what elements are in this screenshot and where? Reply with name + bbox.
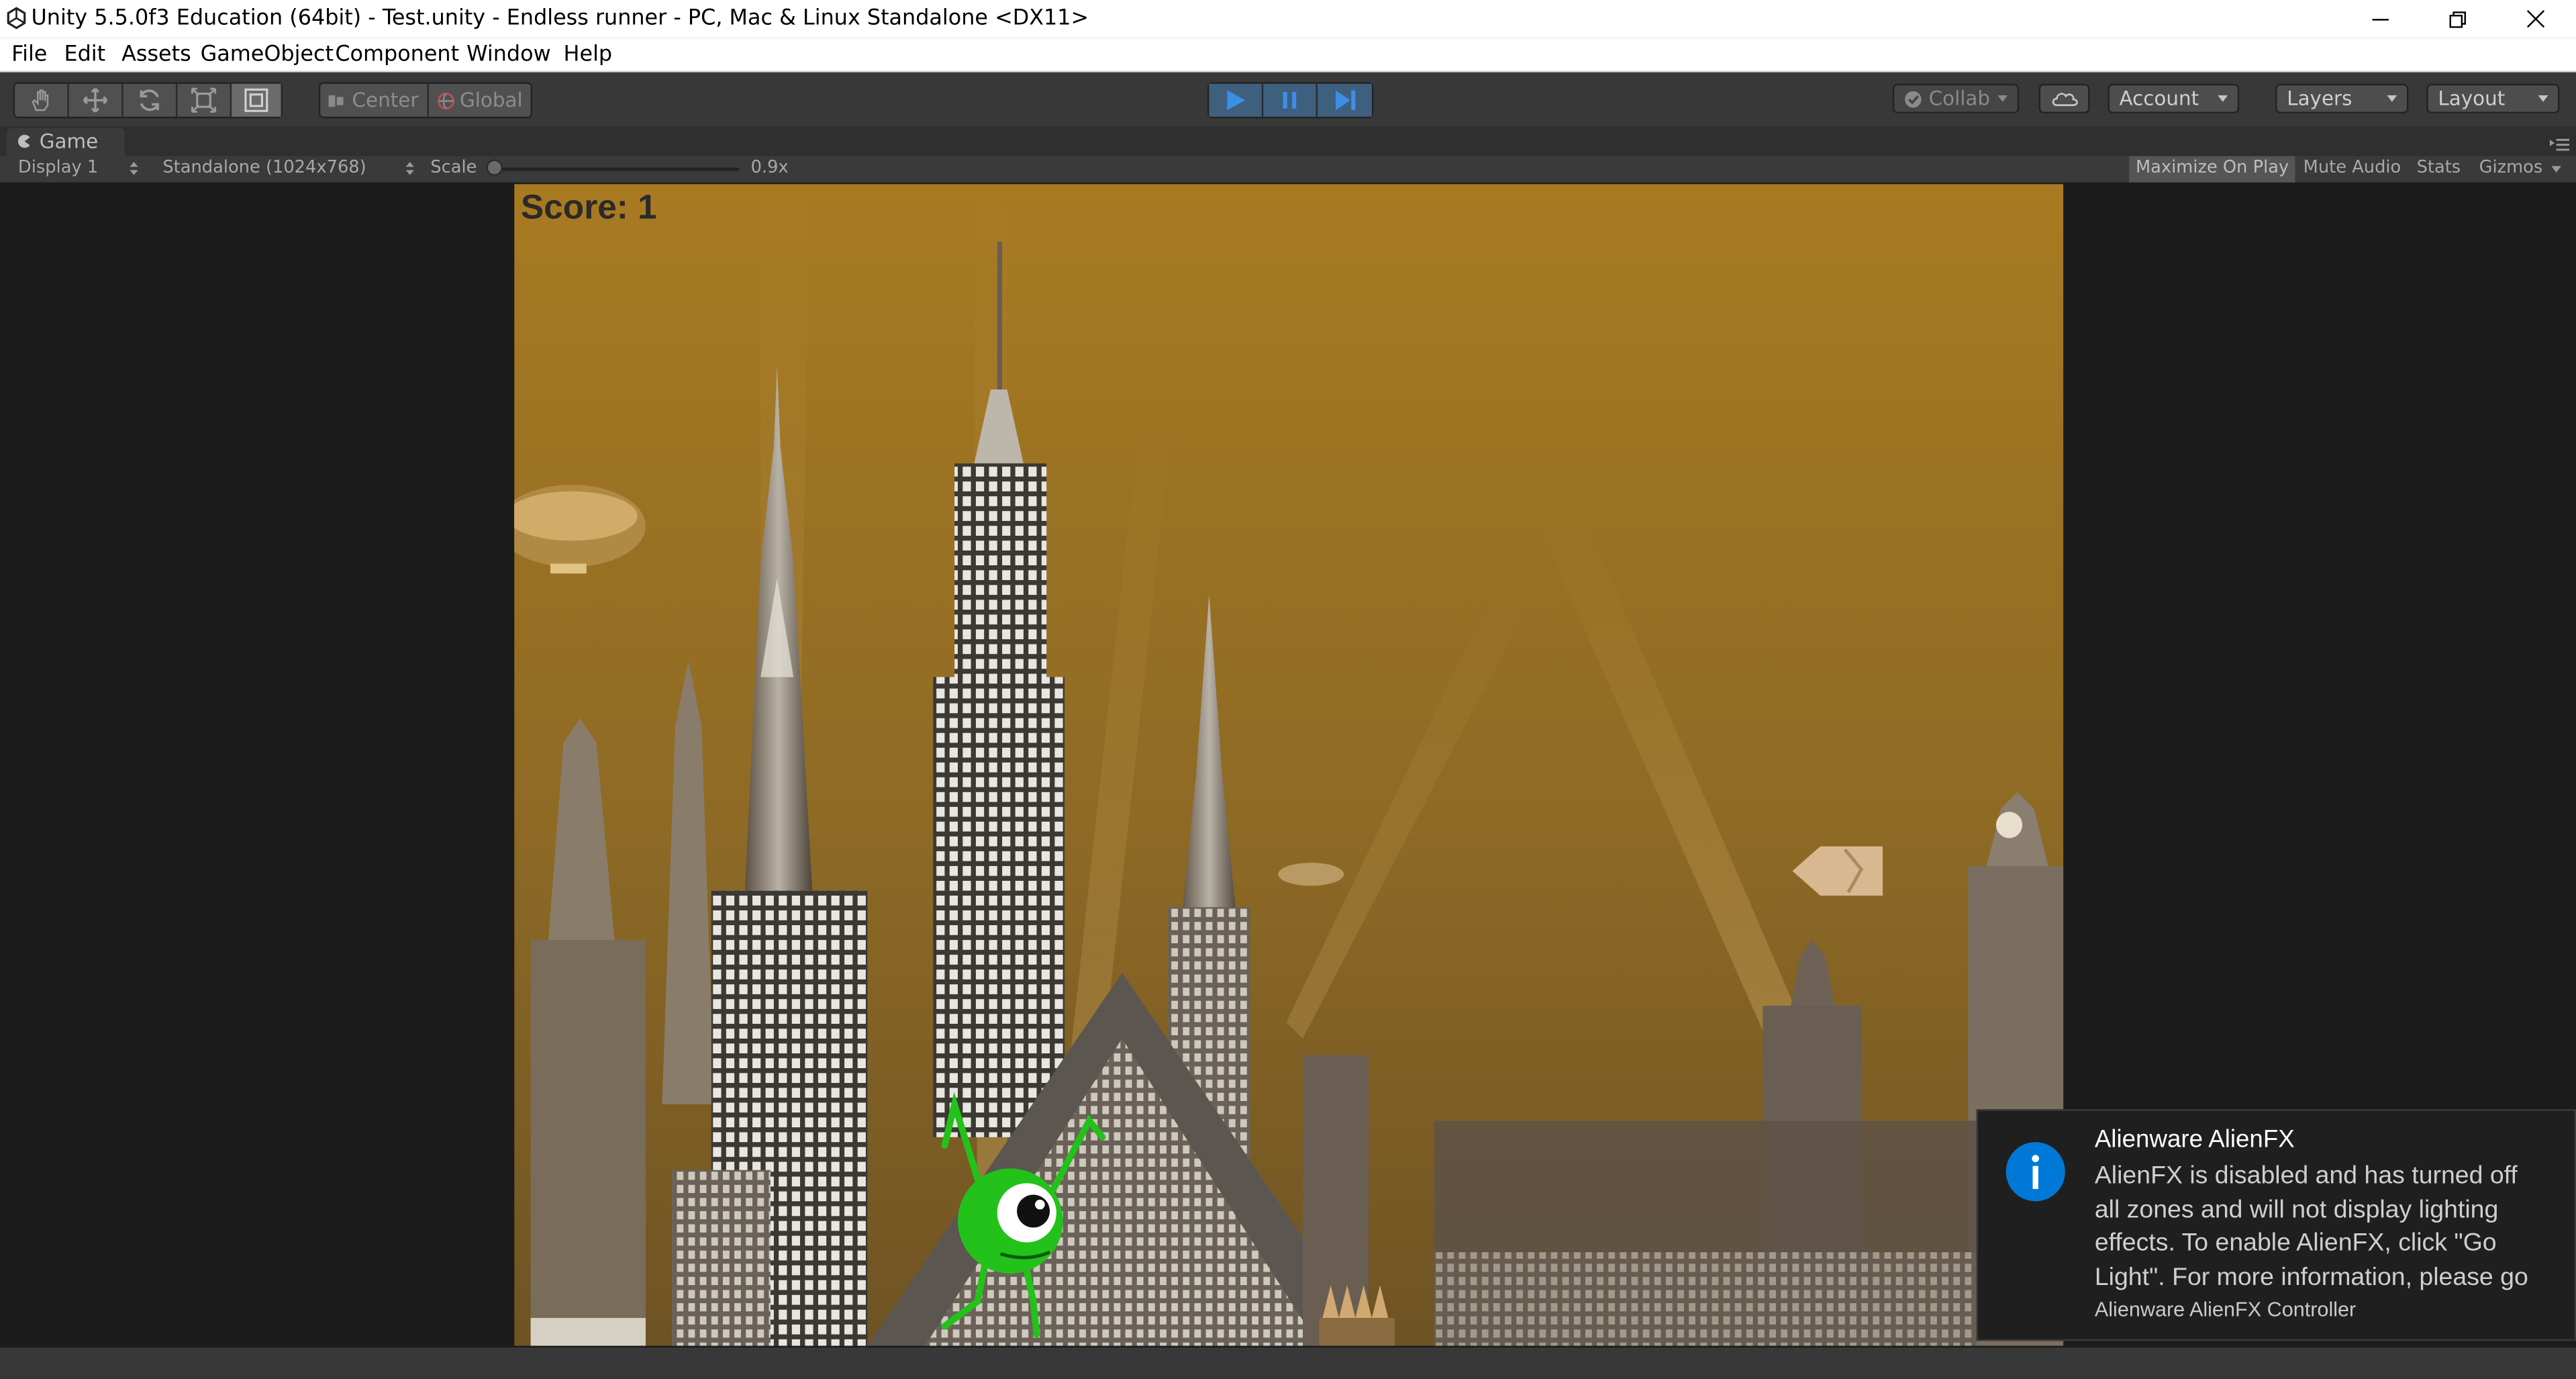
layout-label: Layout bbox=[2438, 87, 2506, 110]
hand-tool-button[interactable] bbox=[15, 83, 69, 117]
cloud-icon bbox=[2052, 93, 2078, 106]
pivot-center-toggle[interactable]: Center bbox=[320, 83, 429, 117]
status-bar bbox=[0, 1345, 2576, 1379]
collab-dropdown[interactable]: Collab bbox=[1892, 83, 2020, 113]
notification-title: Alienware AlienFX bbox=[2094, 1125, 2295, 1154]
building-base bbox=[530, 1318, 646, 1346]
tab-game[interactable]: Game bbox=[6, 128, 126, 156]
rect-tool-icon bbox=[244, 88, 268, 112]
scale-tool-button[interactable] bbox=[177, 83, 232, 117]
mute-audio-toggle[interactable]: Mute Audio bbox=[2297, 156, 2408, 183]
pause-button[interactable] bbox=[1263, 83, 1318, 117]
play-controls bbox=[1207, 82, 1374, 119]
maximize-on-play-toggle[interactable]: Maximize On Play bbox=[2129, 156, 2296, 183]
gizmos-arrow-icon bbox=[2551, 166, 2561, 173]
alienfx-notification[interactable]: Alienware AlienFX AlienFX is disabled an… bbox=[1976, 1109, 2576, 1341]
game-scene bbox=[514, 184, 2064, 1346]
pause-icon bbox=[1283, 92, 1297, 109]
gizmos-dropdown[interactable]: Gizmos bbox=[2473, 156, 2549, 183]
menu-gameobject[interactable]: GameObject bbox=[201, 43, 334, 68]
tab-strip bbox=[0, 126, 2576, 156]
notification-source: Alienware AlienFX Controller bbox=[2094, 1298, 2357, 1321]
spike-base bbox=[1319, 1318, 1395, 1346]
tab-game-label: Game bbox=[39, 130, 99, 153]
info-icon bbox=[2005, 1142, 2065, 1202]
empire-upper bbox=[954, 463, 1047, 694]
building bbox=[1303, 1055, 1369, 1346]
updown-arrows-icon bbox=[405, 162, 414, 175]
layers-label: Layers bbox=[2287, 87, 2352, 110]
checkmark-icon bbox=[1905, 91, 1922, 108]
game-viewport[interactable] bbox=[514, 184, 2064, 1346]
saucer bbox=[1278, 863, 1344, 886]
layers-dropdown[interactable]: Layers bbox=[2275, 83, 2409, 113]
rotate-icon bbox=[140, 89, 159, 111]
minimize-button[interactable] bbox=[2342, 0, 2418, 38]
building bbox=[530, 940, 646, 1346]
restore-button[interactable] bbox=[2420, 0, 2495, 38]
menu-bar: File Edit Assets GameObject Component Wi… bbox=[0, 38, 2576, 73]
score-label: Score: 1 bbox=[520, 189, 657, 227]
restore-icon bbox=[2449, 10, 2466, 28]
close-button[interactable] bbox=[2497, 0, 2573, 38]
unity-logo-icon bbox=[7, 7, 26, 30]
step-icon bbox=[1334, 90, 1355, 110]
play-button[interactable] bbox=[1209, 83, 1264, 117]
hand-icon bbox=[32, 89, 49, 111]
scale-icon bbox=[191, 87, 217, 113]
menu-file[interactable]: File bbox=[11, 43, 47, 68]
empire-middle bbox=[933, 677, 1065, 1137]
close-icon bbox=[2526, 10, 2544, 28]
scale-value: 0.9x bbox=[750, 157, 789, 178]
pivot-global-label: Global bbox=[460, 89, 523, 112]
move-tool-button[interactable] bbox=[69, 83, 123, 117]
menu-component[interactable]: Component bbox=[335, 43, 459, 68]
transform-tools bbox=[13, 82, 283, 119]
scale-slider-thumb[interactable] bbox=[486, 159, 503, 176]
layout-dropdown[interactable]: Layout bbox=[2426, 83, 2560, 113]
building bbox=[672, 1170, 771, 1346]
display-dropdown[interactable]: Display 1 bbox=[18, 158, 98, 177]
menu-window[interactable]: Window bbox=[466, 43, 550, 68]
play-icon bbox=[1227, 90, 1246, 110]
cloud-button[interactable] bbox=[2038, 83, 2090, 113]
clock-face bbox=[1995, 812, 2023, 839]
scale-slider-track[interactable] bbox=[493, 167, 740, 171]
account-dropdown[interactable]: Account bbox=[2108, 83, 2240, 113]
main-toolbar: Center Global Collab Account Layers Layo… bbox=[0, 72, 2576, 128]
tab-menu-icon[interactable] bbox=[2549, 138, 2570, 152]
step-button[interactable] bbox=[1318, 83, 1372, 117]
menu-assets[interactable]: Assets bbox=[121, 43, 191, 68]
title-bar: Unity 5.5.0f3 Education (64bit) - Test.u… bbox=[0, 0, 2576, 38]
rotate-tool-button[interactable] bbox=[123, 83, 178, 117]
resolution-dropdown[interactable]: Standalone (1024x768) bbox=[162, 158, 366, 177]
unity-editor-window: Unity 5.5.0f3 Education (64bit) - Test.u… bbox=[0, 0, 2576, 1379]
move-icon bbox=[83, 87, 108, 113]
pivot-toggles: Center Global bbox=[318, 82, 533, 119]
rect-tool-button[interactable] bbox=[232, 83, 281, 117]
stats-toggle[interactable]: Stats bbox=[2410, 156, 2467, 183]
game-view-controls: Display 1 Standalone (1024x768) Scale 0.… bbox=[0, 156, 2576, 185]
distant-windows bbox=[1434, 1252, 1977, 1346]
pivot-center-label: Center bbox=[352, 89, 419, 112]
window-title: Unity 5.5.0f3 Education (64bit) - Test.u… bbox=[31, 6, 1089, 32]
minimize-icon bbox=[2372, 17, 2389, 20]
antenna bbox=[997, 241, 1003, 390]
notification-body: AlienFX is disabled and has turned off a… bbox=[2094, 1161, 2528, 1291]
scale-label: Scale bbox=[430, 157, 477, 178]
updown-arrows-icon bbox=[130, 162, 138, 175]
globe-icon bbox=[437, 91, 454, 109]
blimp-gondola bbox=[550, 563, 587, 574]
collab-label: Collab bbox=[1928, 87, 1991, 110]
game-controller-icon bbox=[17, 134, 32, 148]
account-label: Account bbox=[2119, 87, 2199, 110]
menu-help[interactable]: Help bbox=[564, 43, 613, 68]
pivot-global-toggle[interactable]: Global bbox=[429, 84, 531, 117]
menu-edit[interactable]: Edit bbox=[64, 43, 105, 68]
pivot-center-icon bbox=[329, 94, 344, 106]
